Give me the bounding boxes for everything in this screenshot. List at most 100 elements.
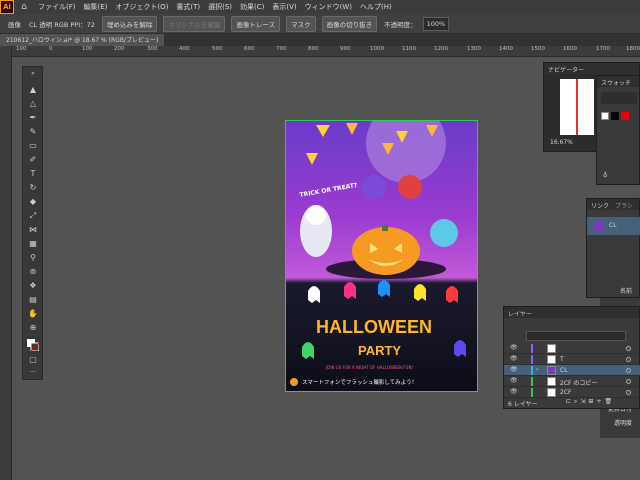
pencil-tool-icon[interactable]: ✎ — [27, 127, 39, 137]
swatch-title[interactable]: スウォッチ — [597, 76, 639, 87]
rectangle-tool-icon[interactable]: ▭ — [27, 141, 39, 151]
layer-row[interactable]: 👁 T — [504, 354, 640, 365]
ruler-vertical[interactable] — [0, 46, 12, 480]
swatch-black[interactable] — [611, 112, 619, 120]
menu-file[interactable]: ファイル(F) — [34, 2, 80, 12]
menu-type[interactable]: 書式(T) — [172, 2, 204, 12]
crop-image-button[interactable]: 画像の切り抜き — [321, 15, 378, 32]
image-trace-button[interactable]: 画像トレース — [231, 15, 281, 32]
link-thumbnail — [593, 221, 603, 231]
artboard-halloween-image[interactable]: TRICK OR TREAT? HALLOWEEN PARTY JOIN US … — [285, 120, 478, 392]
gradient-tool-icon[interactable]: ▦ — [27, 239, 39, 249]
draw-mode-icon[interactable]: ▢ — [27, 355, 39, 365]
document-tab[interactable]: 210612_ハロウィン.ai* @ 18.67 % (RGB/プレビュー) — [0, 34, 165, 46]
ruler-tick: 800 — [308, 46, 319, 52]
ruler-tick: 1100 — [402, 46, 416, 52]
expand-arrow-icon[interactable]: › — [536, 366, 538, 373]
menu-object[interactable]: オブジェクト(O) — [111, 2, 172, 12]
swatch-library-icon[interactable]: ♁ — [603, 172, 607, 179]
mask-button[interactable]: マスク — [286, 15, 316, 32]
ruler-tick: 600 — [244, 46, 255, 52]
zoom-tool-icon[interactable]: ⊕ — [27, 323, 39, 333]
bottom-text: スマートフォンでフラッシュ撮影してみよう！ — [302, 378, 417, 386]
navigator-zoom[interactable]: 16.67% — [550, 139, 573, 146]
edit-original-button[interactable]: オリジナルを編集 — [163, 15, 226, 32]
layer-row[interactable]: 👁 — [504, 343, 640, 354]
release-embed-button[interactable]: 埋め込みを解除 — [101, 15, 158, 32]
layers-title[interactable]: レイヤー — [504, 307, 639, 318]
menu-view[interactable]: 表示(V) — [268, 2, 300, 12]
fill-stroke-icon[interactable] — [27, 339, 40, 352]
layer-row[interactable]: 👁 2CF — [504, 387, 640, 398]
swatch-none[interactable] — [601, 112, 609, 120]
ruler-tick: 0 — [49, 46, 53, 52]
layer-thumbnail — [547, 388, 556, 397]
target-icon[interactable] — [626, 379, 631, 384]
collapse-icon[interactable]: » — [27, 69, 39, 79]
ruler-tick: 1800 — [626, 46, 640, 52]
hand-tool-icon[interactable]: ✋ — [27, 309, 39, 319]
navigator-view-box[interactable] — [576, 79, 578, 135]
more-tools-icon[interactable]: ··· — [27, 367, 39, 377]
navigator-title[interactable]: ナビゲーター — [544, 63, 639, 74]
eraser-tool-icon[interactable]: ◆ — [27, 197, 39, 207]
graph-tool-icon[interactable]: ▤ — [27, 295, 39, 305]
eye-icon[interactable]: 👁 — [510, 388, 518, 395]
width-tool-icon[interactable]: ⋈ — [27, 225, 39, 235]
swatch-red[interactable] — [621, 112, 629, 120]
eyedropper-tool-icon[interactable]: ⚲ — [27, 253, 39, 263]
layers-search-input[interactable] — [526, 331, 626, 341]
direct-selection-tool-icon[interactable]: △ — [27, 99, 39, 109]
type-tool-icon[interactable]: T — [27, 169, 39, 179]
eye-icon[interactable]: 👁 — [510, 366, 518, 373]
tab-links[interactable]: リンク — [591, 203, 609, 210]
opacity-label: 不透明度： — [384, 20, 417, 29]
menu-select[interactable]: 選択(S) — [204, 2, 236, 12]
layers-footer-icons[interactable]: ⊏⌕⇲⊞+🗑 — [566, 398, 615, 406]
tools-panel: » ▲ △ ✒ ✎ ▭ ✐ T ↻ ◆ ⤢ ⋈ ▦ ⚲ ⊚ ❖ ▤ ✋ ⊕ ▢ … — [22, 66, 43, 380]
ruler-horizontal[interactable]: 100 0 100 200 300 400 500 600 700 800 90… — [12, 46, 640, 57]
opacity-field[interactable]: 100% — [422, 16, 450, 31]
halloween-title: HALLOWEEN — [316, 317, 432, 337]
menu-effect[interactable]: 効果(C) — [236, 2, 268, 12]
target-icon[interactable] — [626, 390, 631, 395]
scale-tool-icon[interactable]: ⤢ — [27, 211, 39, 221]
selection-tool-icon[interactable]: ▲ — [27, 85, 39, 95]
target-icon[interactable] — [626, 368, 631, 373]
control-bar: 画像 CL 透明 RGB PPI：72 埋め込みを解除 オリジナルを編集 画像ト… — [0, 14, 640, 34]
target-icon[interactable] — [626, 346, 631, 351]
ruler-tick: 200 — [114, 46, 125, 52]
ruler-tick: 400 — [179, 46, 190, 52]
ruler-tick: 100 — [16, 46, 27, 52]
rotate-tool-icon[interactable]: ↻ — [27, 183, 39, 193]
prop-opacity-label: 透明度 — [614, 420, 633, 427]
ruler-tick: 1000 — [370, 46, 384, 52]
layer-name: 2CF — [560, 389, 572, 396]
menu-edit[interactable]: 編集(E) — [80, 2, 112, 12]
layer-row-selected[interactable]: 👁 › CL — [504, 365, 640, 376]
links-panel: リンク ブラシ CL — [586, 198, 640, 298]
prop-name-label: 名前 — [620, 288, 633, 295]
layer-row[interactable]: 👁 2CF のコピー — [504, 376, 640, 387]
symbol-tool-icon[interactable]: ❖ — [27, 281, 39, 291]
blend-tool-icon[interactable]: ⊚ — [27, 267, 39, 277]
layer-thumbnail — [547, 344, 556, 353]
eye-icon[interactable]: 👁 — [510, 355, 518, 362]
home-icon[interactable]: ⌂ — [14, 2, 34, 12]
tab-brush[interactable]: ブラシ — [615, 203, 633, 210]
eye-icon[interactable]: 👁 — [510, 377, 518, 384]
ruler-tick: 1200 — [434, 46, 448, 52]
image-info: CL 透明 RGB PPI：72 — [29, 20, 95, 29]
pen-tool-icon[interactable]: ✒ — [27, 113, 39, 123]
ruler-tick: 100 — [82, 46, 93, 52]
paintbrush-tool-icon[interactable]: ✐ — [27, 155, 39, 165]
eye-icon[interactable]: 👁 — [510, 344, 518, 351]
menu-help[interactable]: ヘルプ(H) — [356, 2, 396, 12]
link-item[interactable]: CL — [587, 217, 640, 235]
subtitle-text: JOIN US FOR A NIGHT OF HALLOWEEN FUN! — [325, 365, 413, 370]
swatch-selector[interactable] — [601, 92, 637, 104]
menu-window[interactable]: ウィンドウ(W) — [301, 2, 356, 12]
ruler-tick: 1300 — [467, 46, 481, 52]
navigator-preview[interactable] — [560, 79, 594, 135]
target-icon[interactable] — [626, 357, 631, 362]
